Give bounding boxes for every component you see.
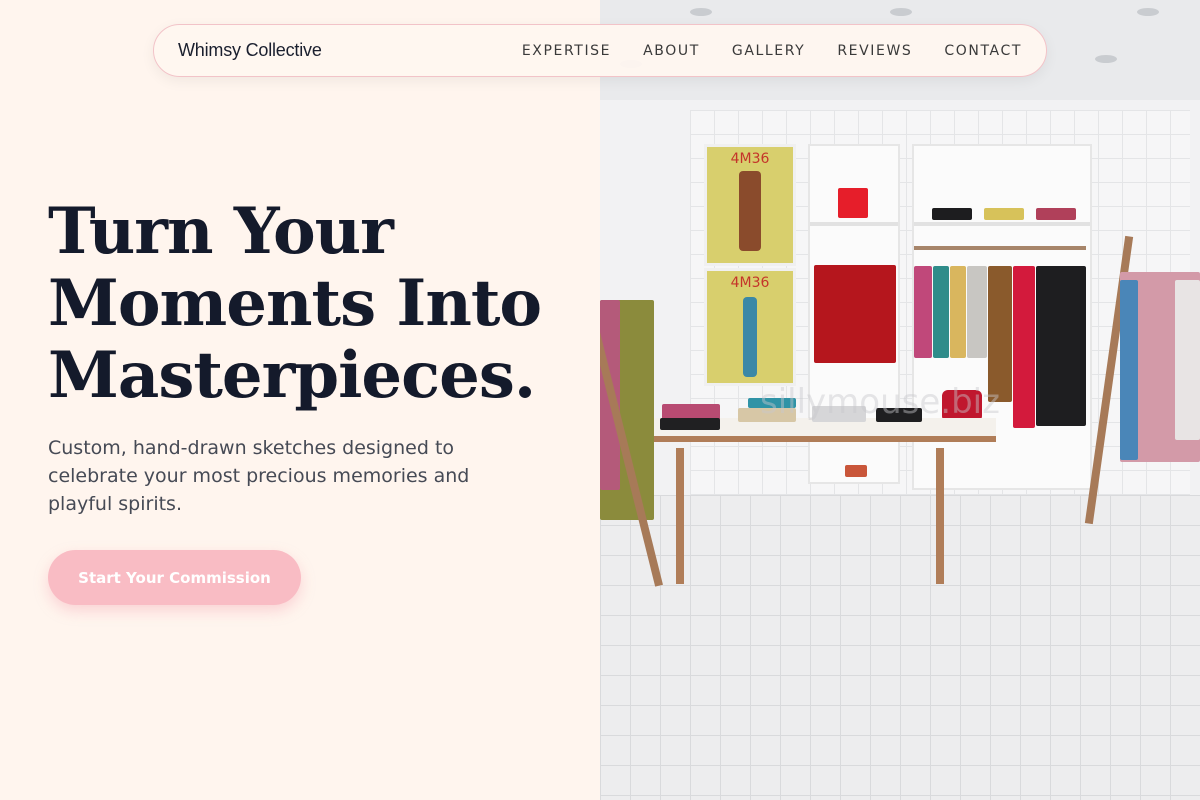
poster-bottom-label: 4M36 [730, 275, 770, 291]
ceiling-light [1137, 8, 1159, 16]
poster-top: 4M36 [704, 144, 796, 266]
navbar: Whimsy Collective EXPERTISE ABOUT GALLER… [153, 24, 1047, 77]
ceiling-light [890, 8, 912, 16]
hanging-garment [1036, 266, 1086, 426]
hero-title-line-2: Moments Into [48, 266, 542, 341]
nav-link-expertise[interactable]: EXPERTISE [522, 43, 611, 59]
hanging-garment [933, 266, 949, 358]
nav-link-contact[interactable]: CONTACT [944, 43, 1022, 59]
watermark: sillymouse.biz [760, 382, 1000, 422]
hero-subtitle: Custom, hand-drawn sketches designed to … [48, 437, 470, 515]
tiled-floor [600, 495, 1200, 800]
hero-title-line-1: Turn Your [48, 194, 394, 269]
right-rack-garments [1175, 280, 1200, 440]
hanging-garment [950, 266, 966, 358]
poster-figure [743, 297, 757, 377]
shelf [914, 222, 1090, 226]
nav-link-reviews[interactable]: REVIEWS [837, 43, 912, 59]
start-commission-button[interactable]: Start Your Commission [48, 550, 301, 605]
nav-link-gallery[interactable]: GALLERY [732, 43, 805, 59]
hero-title-line-3: Masterpieces. [48, 338, 536, 413]
folded-shirt [984, 208, 1024, 220]
right-rack-garments [1120, 280, 1138, 460]
poster-figure [739, 171, 761, 251]
hanging-garment [1013, 266, 1035, 428]
folded-shirt [932, 208, 972, 220]
shelf [810, 222, 898, 226]
hanging-garment [967, 266, 987, 358]
hero-title: Turn Your Moments Into Masterpieces. [48, 196, 588, 412]
ceiling-light [1095, 55, 1117, 63]
red-bag [838, 188, 868, 218]
poster-top-label: 4M36 [730, 151, 770, 167]
hanging-garment [914, 266, 932, 358]
folded-stack [660, 418, 720, 430]
shoes [845, 465, 867, 477]
folded-shirt [1036, 208, 1076, 220]
table-leg [936, 448, 944, 584]
nav-link-about[interactable]: ABOUT [643, 43, 700, 59]
red-jacket [814, 265, 896, 363]
ceiling-light [690, 8, 712, 16]
brand-logo[interactable]: Whimsy Collective [178, 40, 322, 61]
clothes-rail [914, 246, 1086, 250]
table-leg [676, 448, 684, 584]
nav-links: EXPERTISE ABOUT GALLERY REVIEWS CONTACT [522, 43, 1022, 59]
poster-bottom: 4M36 [704, 268, 796, 386]
